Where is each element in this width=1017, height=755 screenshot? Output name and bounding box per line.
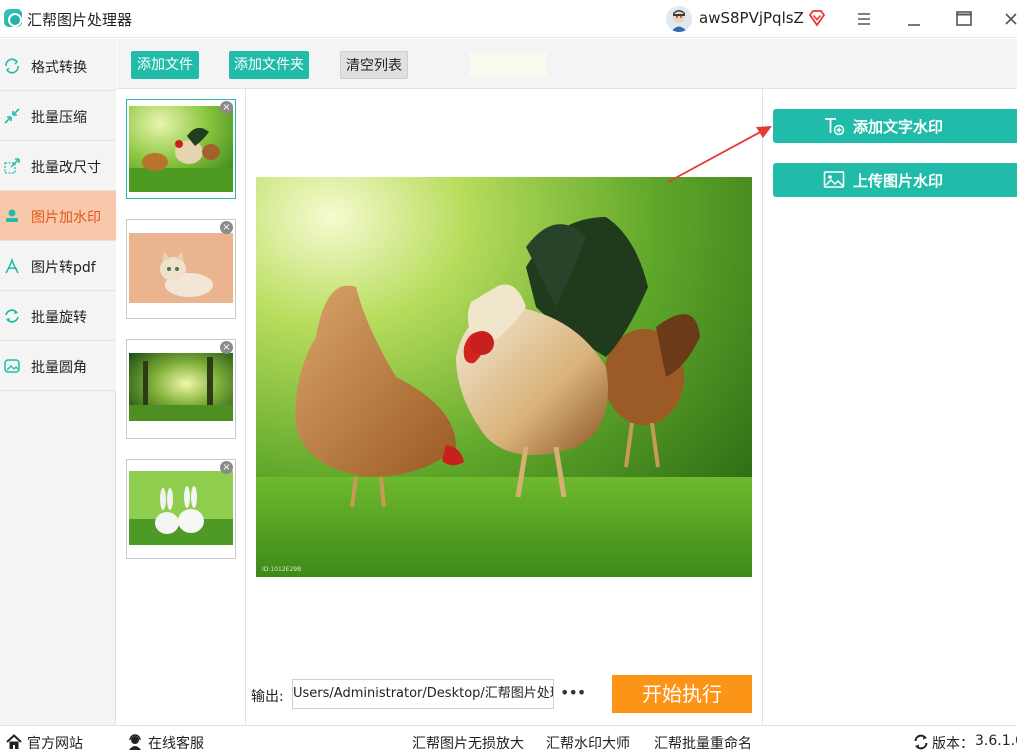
thumbnail-list: × × × × <box>117 89 246 725</box>
rabbits-thumbnail-image <box>129 471 233 545</box>
username[interactable]: awS8PVjPqlsZ <box>699 9 804 27</box>
sidebar-item-label: 图片加水印 <box>31 210 101 226</box>
sidebar-item-resize[interactable]: 批量改尺寸 <box>0 141 116 191</box>
watermark-actions-panel: 添加文字水印 上传图片水印 <box>762 89 1017 725</box>
app-title: 汇帮图片处理器 <box>27 11 133 29</box>
remove-thumbnail-icon[interactable]: × <box>220 461 233 474</box>
format-convert-icon <box>3 57 21 75</box>
thumbnail-item[interactable]: × <box>126 459 236 559</box>
sidebar-item-format-convert[interactable]: 格式转换 <box>0 41 116 91</box>
version-label: 版本： <box>932 736 974 752</box>
user-avatar[interactable] <box>666 6 692 32</box>
svg-text:ID:1012E29B: ID:1012E29B <box>262 566 301 573</box>
kitten-thumbnail-image <box>129 233 233 303</box>
product-link-watermark[interactable]: 汇帮水印大师 <box>546 733 630 753</box>
output-label: 输出: <box>251 689 284 705</box>
watermark-icon <box>3 207 21 225</box>
sidebar-item-label: 批量压缩 <box>31 110 87 126</box>
thumbnail-item[interactable]: × <box>126 219 236 319</box>
browse-more-button[interactable]: ••• <box>560 681 586 705</box>
resize-icon <box>3 157 21 175</box>
online-support-link[interactable]: 在线客服 <box>148 733 204 753</box>
sidebar-item-label: 图片转pdf <box>31 260 96 276</box>
remove-thumbnail-icon[interactable]: × <box>220 221 233 234</box>
sidebar-item-compress[interactable]: 批量压缩 <box>0 91 116 141</box>
add-file-button[interactable]: 添加文件 <box>131 51 199 79</box>
remove-thumbnail-icon[interactable]: × <box>220 101 233 114</box>
add-text-watermark-label: 添加文字水印 <box>853 118 944 136</box>
add-folder-button[interactable]: 添加文件夹 <box>229 51 309 79</box>
round-corner-icon <box>3 357 21 375</box>
customer-service-icon <box>127 734 143 750</box>
faint-placeholder <box>469 53 547 77</box>
sidebar-item-round-corner[interactable]: 批量圆角 <box>0 341 116 391</box>
sidebar-item-label: 批量改尺寸 <box>31 160 101 176</box>
sidebar-item-label: 格式转换 <box>31 60 87 76</box>
vip-diamond-icon[interactable] <box>808 9 826 27</box>
preview-area: ID:1012E29B 输出: Users/Administrator/Desk… <box>246 89 762 725</box>
app-logo-icon <box>4 9 22 27</box>
sidebar-item-label: 批量圆角 <box>31 360 87 376</box>
add-text-watermark-button[interactable]: 添加文字水印 <box>773 109 1017 143</box>
product-link-upscale[interactable]: 汇帮图片无损放大 <box>412 733 524 753</box>
output-path-field[interactable]: Users/Administrator/Desktop/汇帮图片处理器 <box>292 679 554 709</box>
image-upload-icon <box>823 170 845 190</box>
remove-thumbnail-icon[interactable]: × <box>220 341 233 354</box>
compress-icon <box>3 107 21 125</box>
sidebar: 格式转换 批量压缩 批量改尺寸 图片加水印 图片转pdf 批量旋转 批量圆角 <box>0 39 116 725</box>
chickens-thumbnail-image <box>129 106 233 192</box>
clear-list-button[interactable]: 清空列表 <box>340 51 408 79</box>
rotate-icon <box>3 307 21 325</box>
product-link-rename[interactable]: 汇帮批量重命名 <box>654 733 752 753</box>
thumbnail-item[interactable]: × <box>126 99 236 199</box>
start-button[interactable]: 开始执行 <box>612 675 752 713</box>
preview-image: ID:1012E29B <box>256 177 752 577</box>
home-icon <box>6 734 22 750</box>
close-icon[interactable] <box>1000 6 1017 32</box>
forest-thumbnail-image <box>129 353 233 421</box>
sidebar-item-rotate[interactable]: 批量旋转 <box>0 291 116 341</box>
thumbnail-item[interactable]: × <box>126 339 236 439</box>
upload-image-watermark-button[interactable]: 上传图片水印 <box>773 163 1017 197</box>
refresh-icon[interactable] <box>913 734 929 750</box>
sidebar-item-to-pdf[interactable]: 图片转pdf <box>0 241 116 291</box>
upload-image-watermark-label: 上传图片水印 <box>853 172 944 190</box>
sidebar-item-watermark[interactable]: 图片加水印 <box>0 191 116 241</box>
maximize-icon[interactable] <box>950 6 978 32</box>
official-website-link[interactable]: 官方网站 <box>27 733 83 753</box>
sidebar-item-label: 批量旋转 <box>31 310 87 326</box>
text-add-icon <box>823 116 845 136</box>
minimize-icon[interactable] <box>900 6 928 32</box>
title-bar: 汇帮图片处理器 awS8PVjPqlsZ <box>0 0 1017 38</box>
toolbar: 添加文件 添加文件夹 清空列表 <box>117 39 1017 89</box>
pdf-icon <box>3 257 21 275</box>
menu-icon[interactable] <box>850 6 878 32</box>
version-number: 3.6.1.0 <box>975 733 1017 749</box>
status-bar: 官方网站 在线客服 汇帮图片无损放大 汇帮水印大师 汇帮批量重命名 版本： 3.… <box>0 725 1017 755</box>
